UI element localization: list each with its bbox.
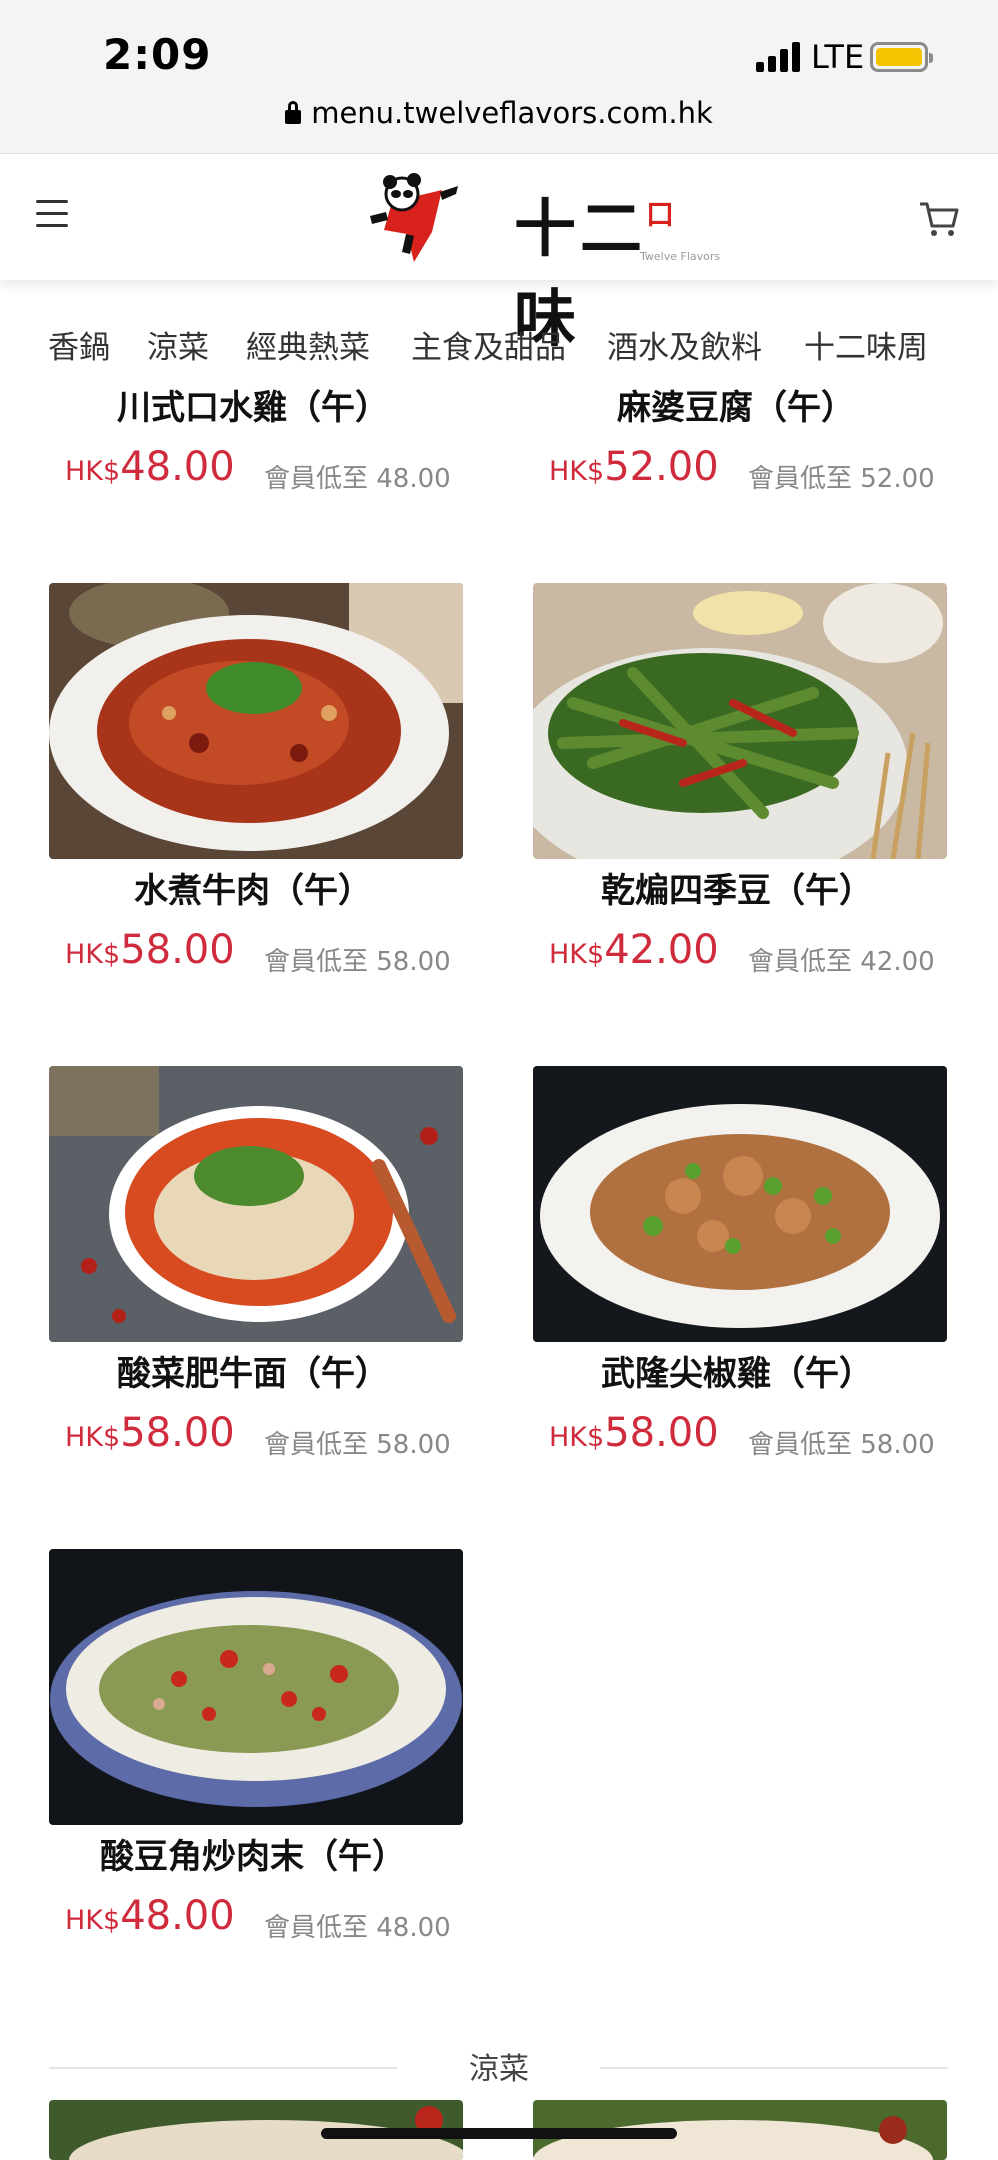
member-price: 會員低至 42.00 — [748, 947, 935, 977]
network-label: LTE — [811, 38, 865, 76]
tab-hotpot[interactable]: 香鍋 — [48, 322, 110, 367]
product-price: HK$48.00 — [65, 1893, 235, 1939]
member-price: 會員低至 58.00 — [264, 947, 451, 977]
category-tabs: 香鍋 涼菜 經典熱菜 主食及甜品 酒水及飲料 十二味周 — [0, 322, 998, 372]
menu-icon[interactable] — [36, 200, 68, 228]
signal-icon — [756, 42, 804, 72]
product-image[interactable] — [49, 583, 463, 859]
product-price: HK$58.00 — [65, 1410, 235, 1456]
logo-subtitle: Twelve Flavors — [640, 250, 721, 263]
product-image[interactable] — [533, 583, 947, 859]
section-title: 涼菜 — [469, 2052, 529, 2087]
tab-drinks[interactable]: 酒水及飲料 — [607, 322, 762, 367]
member-price: 會員低至 58.00 — [264, 1430, 451, 1460]
member-price: 會員低至 58.00 — [748, 1430, 935, 1460]
tab-merch[interactable]: 十二味周 — [804, 322, 928, 367]
tab-staples-desserts[interactable]: 主食及甜品 — [411, 322, 566, 367]
address-bar[interactable]: menu.twelveflavors.com.hk — [0, 96, 998, 130]
product-price: HK$48.00 — [65, 444, 235, 490]
panda-mascot-icon — [370, 173, 458, 262]
member-price: 會員低至 48.00 — [264, 464, 451, 494]
product-image[interactable] — [533, 1066, 947, 1342]
product-name[interactable]: 酸豆角炒肉末（午） — [100, 1829, 406, 1878]
product-name[interactable]: 武隆尖椒雞（午） — [601, 1346, 873, 1395]
product-name[interactable]: 乾煸四季豆（午） — [601, 863, 873, 912]
brand-logo[interactable]: 十二口味 Twelve Flavors — [362, 172, 732, 355]
cart-icon[interactable] — [918, 198, 960, 240]
url-text: menu.twelveflavors.com.hk — [311, 96, 713, 130]
battery-icon — [870, 42, 933, 72]
product-image[interactable] — [49, 1066, 463, 1342]
product-name[interactable]: 水煮牛肉（午） — [134, 863, 372, 912]
product-price: HK$58.00 — [549, 1410, 719, 1456]
tab-cold-dishes[interactable]: 涼菜 — [147, 322, 209, 367]
product-price: HK$42.00 — [549, 927, 719, 973]
product-name[interactable]: 川式口水雞（午） — [117, 380, 389, 429]
tab-classic-hot-dishes[interactable]: 經典熱菜 — [246, 322, 370, 367]
member-price: 會員低至 48.00 — [264, 1913, 451, 1943]
site-header: 十二口味 Twelve Flavors — [0, 154, 998, 355]
product-price: HK$52.00 — [549, 444, 719, 490]
status-time: 2:09 — [103, 30, 212, 79]
product-name[interactable]: 麻婆豆腐（午） — [617, 380, 855, 429]
lock-icon — [285, 101, 302, 124]
status-bar: 2:09 LTE menu.twelveflavors.com.hk — [0, 0, 998, 154]
product-name[interactable]: 酸菜肥牛面（午） — [117, 1346, 389, 1395]
product-image[interactable] — [49, 1549, 463, 1825]
product-price: HK$58.00 — [65, 927, 235, 973]
home-indicator[interactable] — [321, 2128, 677, 2139]
member-price: 會員低至 52.00 — [748, 464, 935, 494]
